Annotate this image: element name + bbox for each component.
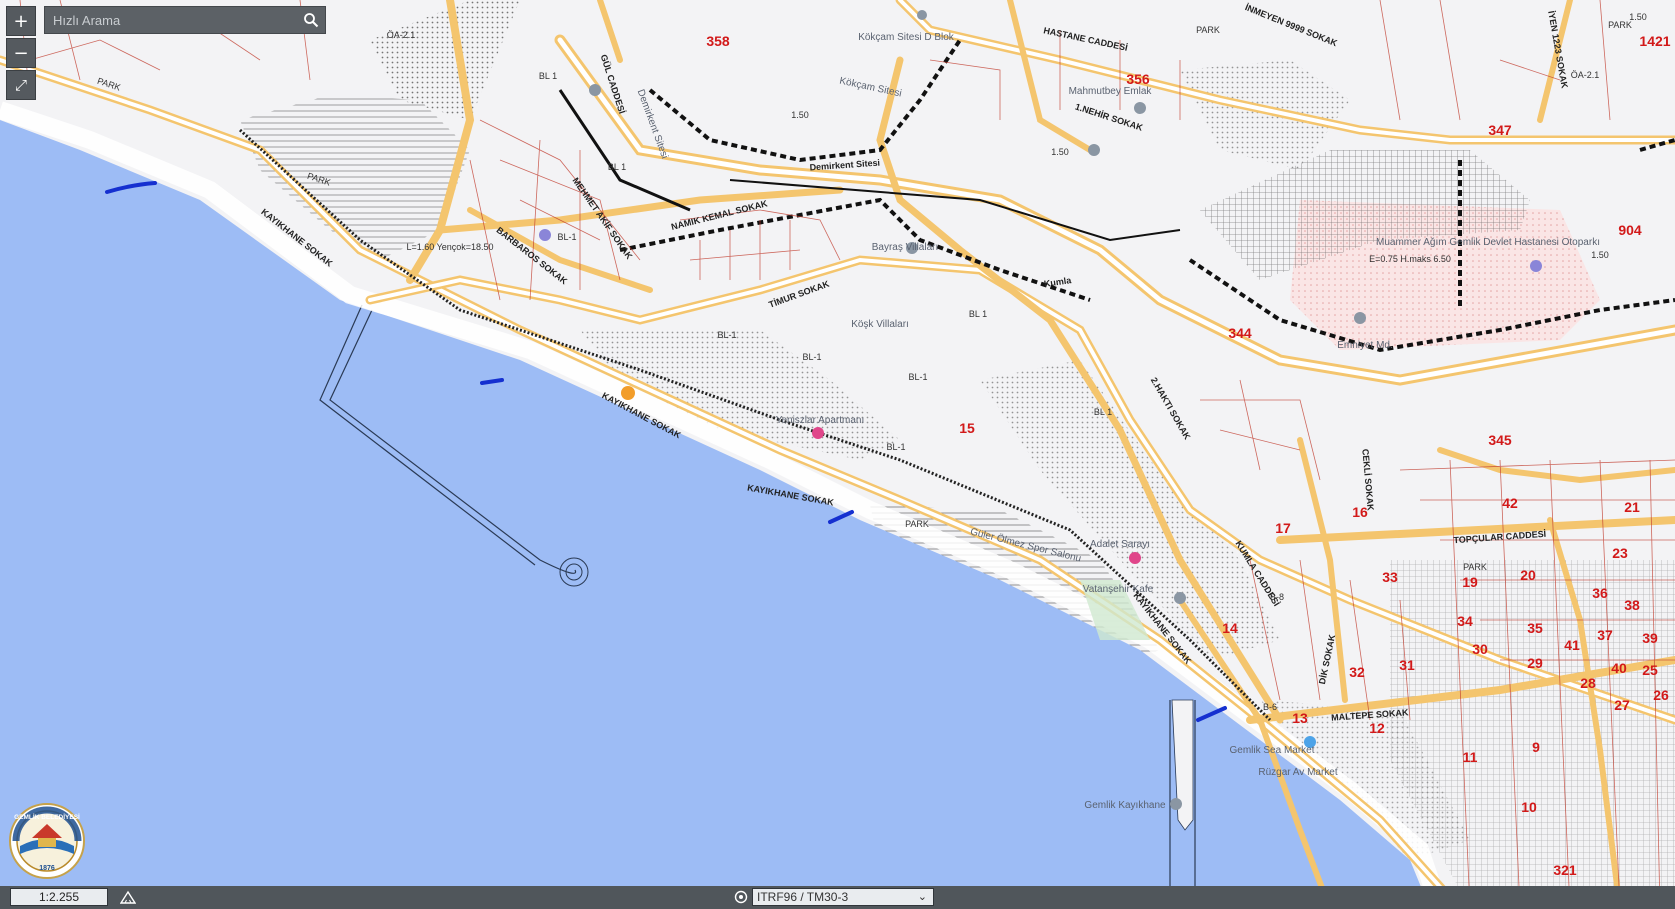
place-label: Gemlik Kayıkhane xyxy=(1084,800,1166,811)
block-number-label: 17 xyxy=(1275,520,1291,536)
zone-label: BL-1 xyxy=(908,372,927,382)
block-number-label: 10 xyxy=(1521,799,1537,815)
place-label: Yeniszlar Apartmanı xyxy=(776,415,865,426)
place-label: Bayraş Villaları xyxy=(872,242,939,253)
block-number-label: 30 xyxy=(1472,641,1488,657)
zone-label: BL 1 xyxy=(539,71,557,81)
locate-icon[interactable] xyxy=(732,888,750,906)
zoom-out-button[interactable]: − xyxy=(6,38,36,68)
place-label: Mahmutbey Emlak xyxy=(1069,86,1153,97)
block-number-label: 37 xyxy=(1597,627,1613,643)
zone-label: ÖA-2.1 xyxy=(1571,70,1600,80)
search-box xyxy=(44,6,326,34)
block-number-label: 344 xyxy=(1228,325,1252,341)
block-number-label: 14 xyxy=(1222,620,1238,636)
block-number-label: 36 xyxy=(1592,585,1608,601)
block-number-label: 32 xyxy=(1349,664,1365,680)
chevron-down-icon: ⌄ xyxy=(917,890,927,903)
block-number-label: 33 xyxy=(1382,569,1398,585)
zone-label: BL 1 xyxy=(608,162,626,172)
block-number-label: 11 xyxy=(1463,749,1478,765)
block-number-label: 16 xyxy=(1352,504,1368,520)
zone-label: BL-1 xyxy=(557,232,576,242)
search-button[interactable] xyxy=(297,7,325,33)
zone-label: 1.50 xyxy=(1591,250,1609,260)
block-number-label: 356 xyxy=(1126,71,1150,87)
block-number-label: 904 xyxy=(1618,222,1642,238)
zone-label: PARK xyxy=(1196,25,1220,35)
block-number-label: 19 xyxy=(1462,574,1478,590)
block-number-label: 347 xyxy=(1488,122,1512,138)
zone-label: E=0.75 H.maks 6.50 xyxy=(1369,254,1451,264)
zone-label: B-6 xyxy=(1263,702,1277,712)
block-number-label: 13 xyxy=(1292,710,1308,726)
measure-button[interactable] xyxy=(118,887,138,907)
fullscreen-button[interactable]: ⤢ xyxy=(6,70,36,100)
block-number-label: 29 xyxy=(1527,655,1543,671)
place-label: Adalet Sarayı xyxy=(1090,539,1150,550)
block-number-label: 321 xyxy=(1553,862,1577,878)
municipality-logo: GEMLİK BELEDİYESİ 1876 xyxy=(9,803,85,879)
zoom-in-button[interactable]: + xyxy=(6,6,36,36)
zone-label: PARK xyxy=(1463,562,1487,572)
zone-label: PARK xyxy=(905,519,929,529)
place-label: Gemlik Sea Market xyxy=(1229,745,1314,756)
place-label: Rüzgar Av Market xyxy=(1258,767,1338,778)
block-number-label: 25 xyxy=(1642,662,1658,678)
block-number-label: 39 xyxy=(1642,630,1658,646)
logo-year: 1876 xyxy=(39,865,55,872)
block-number-label: 35 xyxy=(1527,620,1543,636)
projection-value: ITRF96 / TM30-3 xyxy=(757,890,849,904)
search-icon xyxy=(304,13,319,28)
block-number-label: 1421 xyxy=(1639,33,1670,49)
zone-label: BL-1 xyxy=(886,442,905,452)
zone-label: BL-1 xyxy=(717,330,736,340)
zone-label: B-8 xyxy=(1270,592,1284,602)
block-number-label: 21 xyxy=(1624,499,1640,515)
block-number-label: 15 xyxy=(959,420,975,436)
place-label: Emniyet Md. xyxy=(1337,340,1393,351)
place-label: Vatanşehir Kafe xyxy=(1083,584,1154,595)
block-number-label: 34 xyxy=(1457,613,1473,629)
search-input[interactable] xyxy=(45,6,297,34)
block-number-label: 40 xyxy=(1611,660,1627,676)
block-number-label: 20 xyxy=(1520,567,1536,583)
zone-label: 1.50 xyxy=(1051,147,1069,157)
block-number-label: 26 xyxy=(1653,687,1669,703)
block-number-label: 12 xyxy=(1369,720,1385,736)
logo-title: GEMLİK BELEDİYESİ xyxy=(14,813,80,821)
zone-label: BL 1 xyxy=(969,309,987,319)
zone-label: BL 1 xyxy=(1094,407,1112,417)
map-canvas[interactable]: HASTANE CADDESİGÜL CADDESİ1.NEHİR SOKAKN… xyxy=(0,0,1675,909)
scale-display: 1:2.255 xyxy=(10,888,108,906)
block-number-label: 358 xyxy=(706,33,730,49)
block-number-label: 42 xyxy=(1502,495,1518,511)
block-number-label: 31 xyxy=(1399,657,1415,673)
zone-label: 1.50 xyxy=(791,110,809,120)
block-number-label: 28 xyxy=(1580,675,1596,691)
measure-icon xyxy=(120,890,136,904)
zone-label: L=1.60 Yençok=18.50 xyxy=(406,242,493,252)
block-number-label: 345 xyxy=(1488,432,1512,448)
place-label: Köşk Villaları xyxy=(851,319,909,330)
place-label: Muammer Ağım Gemlik Devlet Hastanesi Oto… xyxy=(1376,237,1600,248)
zone-label: ÖA-2.1 xyxy=(387,30,416,40)
block-number-label: 23 xyxy=(1612,545,1628,561)
block-number-label: 41 xyxy=(1564,637,1580,653)
block-number-label: 38 xyxy=(1624,597,1640,613)
zone-label: 1.50 xyxy=(1629,12,1647,22)
block-number-label: 9 xyxy=(1532,739,1540,755)
projection-select[interactable]: ITRF96 / TM30-3 ⌄ xyxy=(752,888,934,906)
place-label: Kökçam Sitesi D Blok xyxy=(858,32,955,43)
zone-label: BL-1 xyxy=(802,352,821,362)
block-number-label: 27 xyxy=(1614,697,1630,713)
